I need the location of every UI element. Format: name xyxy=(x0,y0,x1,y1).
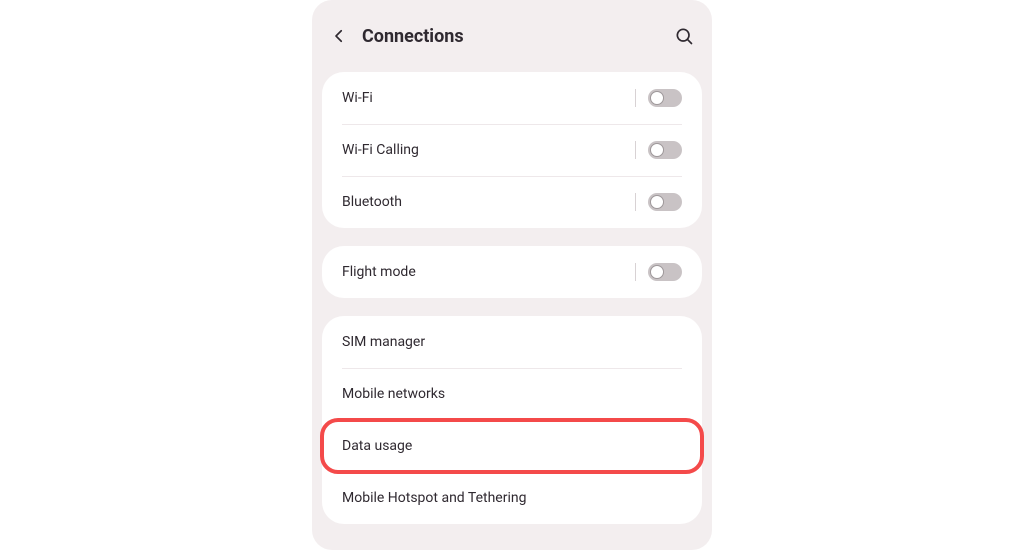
row-label: SIM manager xyxy=(342,334,682,350)
row-wifi[interactable]: Wi-Fi xyxy=(322,72,702,124)
toggle-wrap xyxy=(635,89,682,107)
row-wifi-calling[interactable]: Wi-Fi Calling xyxy=(322,124,702,176)
toggle-divider xyxy=(635,141,636,159)
group-toggles-1: Wi-Fi Wi-Fi Calling Bluetooth xyxy=(322,72,702,228)
row-label: Mobile networks xyxy=(342,386,682,402)
row-label: Mobile Hotspot and Tethering xyxy=(342,490,682,506)
group-toggles-2: Flight mode xyxy=(322,246,702,298)
row-label: Wi-Fi Calling xyxy=(342,142,635,158)
toggle-divider xyxy=(635,193,636,211)
settings-screen: Connections Wi-Fi Wi-Fi Calling xyxy=(312,0,712,550)
wifi-calling-toggle[interactable] xyxy=(648,141,682,159)
row-data-usage[interactable]: Data usage xyxy=(322,420,702,472)
row-label: Flight mode xyxy=(342,264,635,280)
row-mobile-hotspot[interactable]: Mobile Hotspot and Tethering xyxy=(322,472,702,524)
row-sim-manager[interactable]: SIM manager xyxy=(322,316,702,368)
row-bluetooth[interactable]: Bluetooth xyxy=(322,176,702,228)
toggle-wrap xyxy=(635,141,682,159)
flight-mode-toggle[interactable] xyxy=(648,263,682,281)
toggle-wrap xyxy=(635,193,682,211)
bluetooth-toggle[interactable] xyxy=(648,193,682,211)
search-icon[interactable] xyxy=(674,26,694,46)
wifi-toggle[interactable] xyxy=(648,89,682,107)
group-links: SIM manager Mobile networks Data usage M… xyxy=(322,316,702,524)
row-mobile-networks[interactable]: Mobile networks xyxy=(322,368,702,420)
header: Connections xyxy=(312,0,712,72)
back-icon[interactable] xyxy=(330,27,348,45)
toggle-wrap xyxy=(635,263,682,281)
row-label: Wi-Fi xyxy=(342,90,635,106)
toggle-divider xyxy=(635,263,636,281)
page-title: Connections xyxy=(362,26,674,47)
row-label: Bluetooth xyxy=(342,194,635,210)
row-flight-mode[interactable]: Flight mode xyxy=(322,246,702,298)
row-label: Data usage xyxy=(342,438,682,454)
toggle-divider xyxy=(635,89,636,107)
